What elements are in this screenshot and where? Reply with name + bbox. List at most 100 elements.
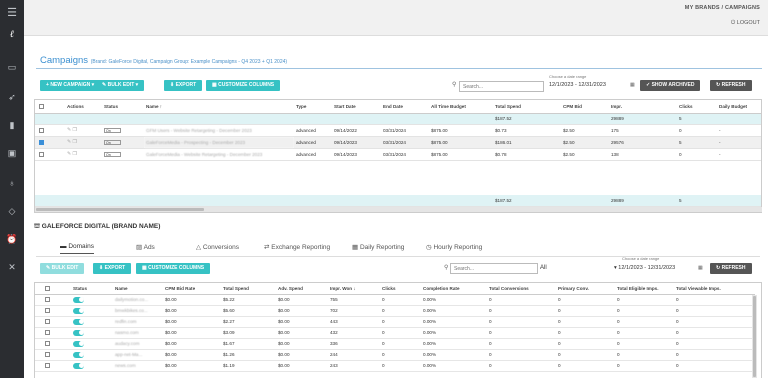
rocket-icon[interactable]: ➶	[6, 92, 18, 102]
edit-icon[interactable]: ✎	[67, 139, 71, 145]
col-cpm-bid[interactable]: CPM Bid	[561, 100, 609, 114]
table-row[interactable]: ✎ ❐ On GaleForceMedia - Prospecting - De…	[35, 136, 761, 149]
gem-icon[interactable]: ◇	[6, 206, 18, 216]
filter-select[interactable]: All	[540, 265, 547, 271]
logout-link[interactable]: ⏻ LOGOUT	[731, 20, 760, 27]
lightbulb-icon[interactable]: ♁	[6, 178, 18, 188]
col-total-conversions[interactable]: Total Conversions	[487, 283, 556, 295]
new-campaign-button[interactable]: + NEW CAMPAIGN ▾	[40, 80, 101, 91]
status-toggle[interactable]	[73, 296, 84, 303]
row-checkbox[interactable]	[45, 297, 50, 303]
domains-select-all-checkbox[interactable]	[45, 285, 50, 291]
col-cpm-bid-rate[interactable]: CPM Bid Rate	[163, 283, 221, 295]
col-domain-status[interactable]: Status	[71, 283, 113, 295]
refresh-button[interactable]: ↻ REFRESH	[710, 80, 752, 91]
status-toggle[interactable]	[73, 351, 84, 358]
row-checkbox[interactable]	[45, 352, 50, 358]
col-daily-budget[interactable]: Daily Budget	[717, 100, 761, 114]
col-status[interactable]: Status	[102, 100, 144, 114]
status-toggle[interactable]	[73, 318, 84, 325]
copy-icon[interactable]: ❐	[72, 151, 76, 157]
row-checkbox[interactable]	[45, 363, 50, 369]
row-checkbox[interactable]	[39, 127, 44, 133]
table-row[interactable]: dailymotion.co... $0.00 $5.22 $0.00 755 0 0.00…	[35, 294, 755, 306]
row-checkbox[interactable]	[39, 139, 44, 145]
row-checkbox[interactable]	[45, 341, 50, 347]
customize-columns-button[interactable]: ▦ CUSTOMIZE COLUMNS	[206, 80, 281, 91]
col-clicks[interactable]: Clicks	[677, 100, 717, 114]
status-toggle[interactable]	[73, 307, 84, 314]
col-adv-spend[interactable]: Adv. Spend	[276, 283, 328, 295]
briefcase-icon[interactable]: ▣	[6, 148, 18, 158]
tab-ads[interactable]: ▨ Ads	[136, 243, 155, 251]
copy-icon[interactable]: ❐	[72, 127, 76, 133]
campaign-scroll-thumb[interactable]	[36, 208, 204, 211]
status-toggle[interactable]	[73, 329, 84, 336]
table-row[interactable]: app-net-Ma... $0.00 $1.26 $0.00 244 0 0.00% 0 0 0…	[35, 349, 755, 361]
brand-refresh-button[interactable]: ↻ REFRESH	[710, 263, 752, 274]
col-primary-conv[interactable]: Primary Conv.	[556, 283, 615, 295]
col-start-date[interactable]: Start Date	[332, 100, 381, 114]
table-row[interactable]: news.com $0.00 $1.19 $0.00 243 0 0.00% 0 0 0 0	[35, 360, 755, 372]
col-budget[interactable]: All Time Budget	[429, 100, 493, 114]
tab-domains[interactable]: ▬ Domains	[60, 243, 94, 254]
row-checkbox[interactable]	[45, 319, 50, 325]
status-select[interactable]: On	[104, 127, 121, 133]
col-domain-total-spend[interactable]: Total Spend	[221, 283, 276, 295]
brand-export-button[interactable]: ⬇ EXPORT	[93, 263, 132, 274]
col-total-eligible-imps[interactable]: Total Eligible Imps.	[615, 283, 674, 295]
tools-icon[interactable]: ✕	[6, 262, 18, 272]
col-actions[interactable]: Actions	[65, 100, 102, 114]
campaign-name[interactable]: GaleForceMedia - Prospecting - December …	[144, 136, 294, 149]
table-row[interactable]: redfin.com $0.00 $2.27 $0.00 443 0 0.00% 0 0 0 0	[35, 316, 755, 328]
export-button[interactable]: ⬇ EXPORT	[164, 80, 203, 91]
alarm-icon[interactable]: ⏰	[6, 234, 18, 244]
table-row[interactable]: ✎ ❐ On GFM Users - Website Retargeting -…	[35, 124, 761, 137]
logo-icon[interactable]: ℓ	[6, 30, 18, 40]
tab-daily-reporting[interactable]: ▦ Daily Reporting	[352, 243, 404, 251]
brand-search-input[interactable]	[450, 263, 538, 274]
show-archived-button[interactable]: ✓ SHOW ARCHIVED	[640, 80, 701, 91]
status-toggle[interactable]	[73, 362, 84, 369]
tab-hourly-reporting[interactable]: ◷ Hourly Reporting	[426, 243, 482, 251]
date-range-input[interactable]: 12/1/2023 - 12/31/2023	[549, 82, 606, 88]
menu-icon[interactable]: ☰	[6, 8, 18, 19]
brand-customize-columns-button[interactable]: ▦ CUSTOMIZE COLUMNS	[136, 263, 211, 274]
col-domain-name[interactable]: Name	[113, 283, 163, 295]
brand-date-range-input[interactable]: ▾ 12/1/2023 - 12/31/2023	[614, 265, 675, 271]
copy-icon[interactable]: ❐	[72, 139, 76, 145]
row-checkbox[interactable]	[45, 308, 50, 314]
col-type[interactable]: Type	[294, 100, 332, 114]
status-toggle[interactable]	[73, 340, 84, 347]
table-row[interactable]: bmwkbikes.co... $0.00 $5.60 $0.00 702 0 0.00% 0…	[35, 305, 755, 317]
campaign-name[interactable]: GFM Users - Website Retargeting - Decemb…	[144, 124, 294, 137]
campaign-name[interactable]: GaleForceMedia - Website Retargeting - D…	[144, 148, 294, 161]
tab-exchange-reporting[interactable]: ⇄ Exchange Reporting	[264, 243, 330, 251]
status-select[interactable]: On	[104, 151, 121, 157]
row-checkbox[interactable]	[45, 330, 50, 336]
table-row[interactable]: ✎ ❐ On GaleForceMedia - Website Retarget…	[35, 148, 761, 161]
calendar-icon[interactable]: ▦	[630, 82, 635, 88]
col-total-viewable-imps[interactable]: Total Viewable Imps.	[674, 283, 755, 295]
brand-bulk-edit-button[interactable]: ✎ BULK EDIT	[40, 263, 85, 274]
brand-calendar-icon[interactable]: ▦	[698, 265, 703, 271]
col-end-date[interactable]: End Date	[381, 100, 429, 114]
chart-icon[interactable]: ▮	[6, 120, 18, 130]
col-impressions[interactable]: Impr.	[609, 100, 677, 114]
tab-conversions[interactable]: △ Conversions	[196, 243, 239, 251]
col-impr-won[interactable]: Impr. Won ↓	[328, 283, 380, 295]
col-domain-clicks[interactable]: Clicks	[380, 283, 421, 295]
col-completion-rate[interactable]: Completion Rate	[421, 283, 487, 295]
select-all-checkbox[interactable]	[39, 103, 44, 109]
campaign-search-input[interactable]	[459, 81, 544, 92]
table-row[interactable]: nasmo.com $0.00 $3.09 $0.00 432 0 0.00% 0 0 0 0	[35, 327, 755, 339]
col-total-spend[interactable]: Total Spend	[493, 100, 561, 114]
monitor-icon[interactable]: ▭	[6, 62, 18, 72]
status-select[interactable]: On	[104, 139, 121, 145]
col-name[interactable]: Name ↑	[144, 100, 294, 114]
edit-icon[interactable]: ✎	[67, 127, 71, 133]
domains-scroll-thumb[interactable]	[753, 296, 756, 377]
row-checkbox[interactable]	[39, 151, 44, 157]
table-row[interactable]: audacy.com $0.00 $1.67 $0.00 336 0 0.00% 0 0 0 0	[35, 338, 755, 350]
edit-icon[interactable]: ✎	[67, 151, 71, 157]
